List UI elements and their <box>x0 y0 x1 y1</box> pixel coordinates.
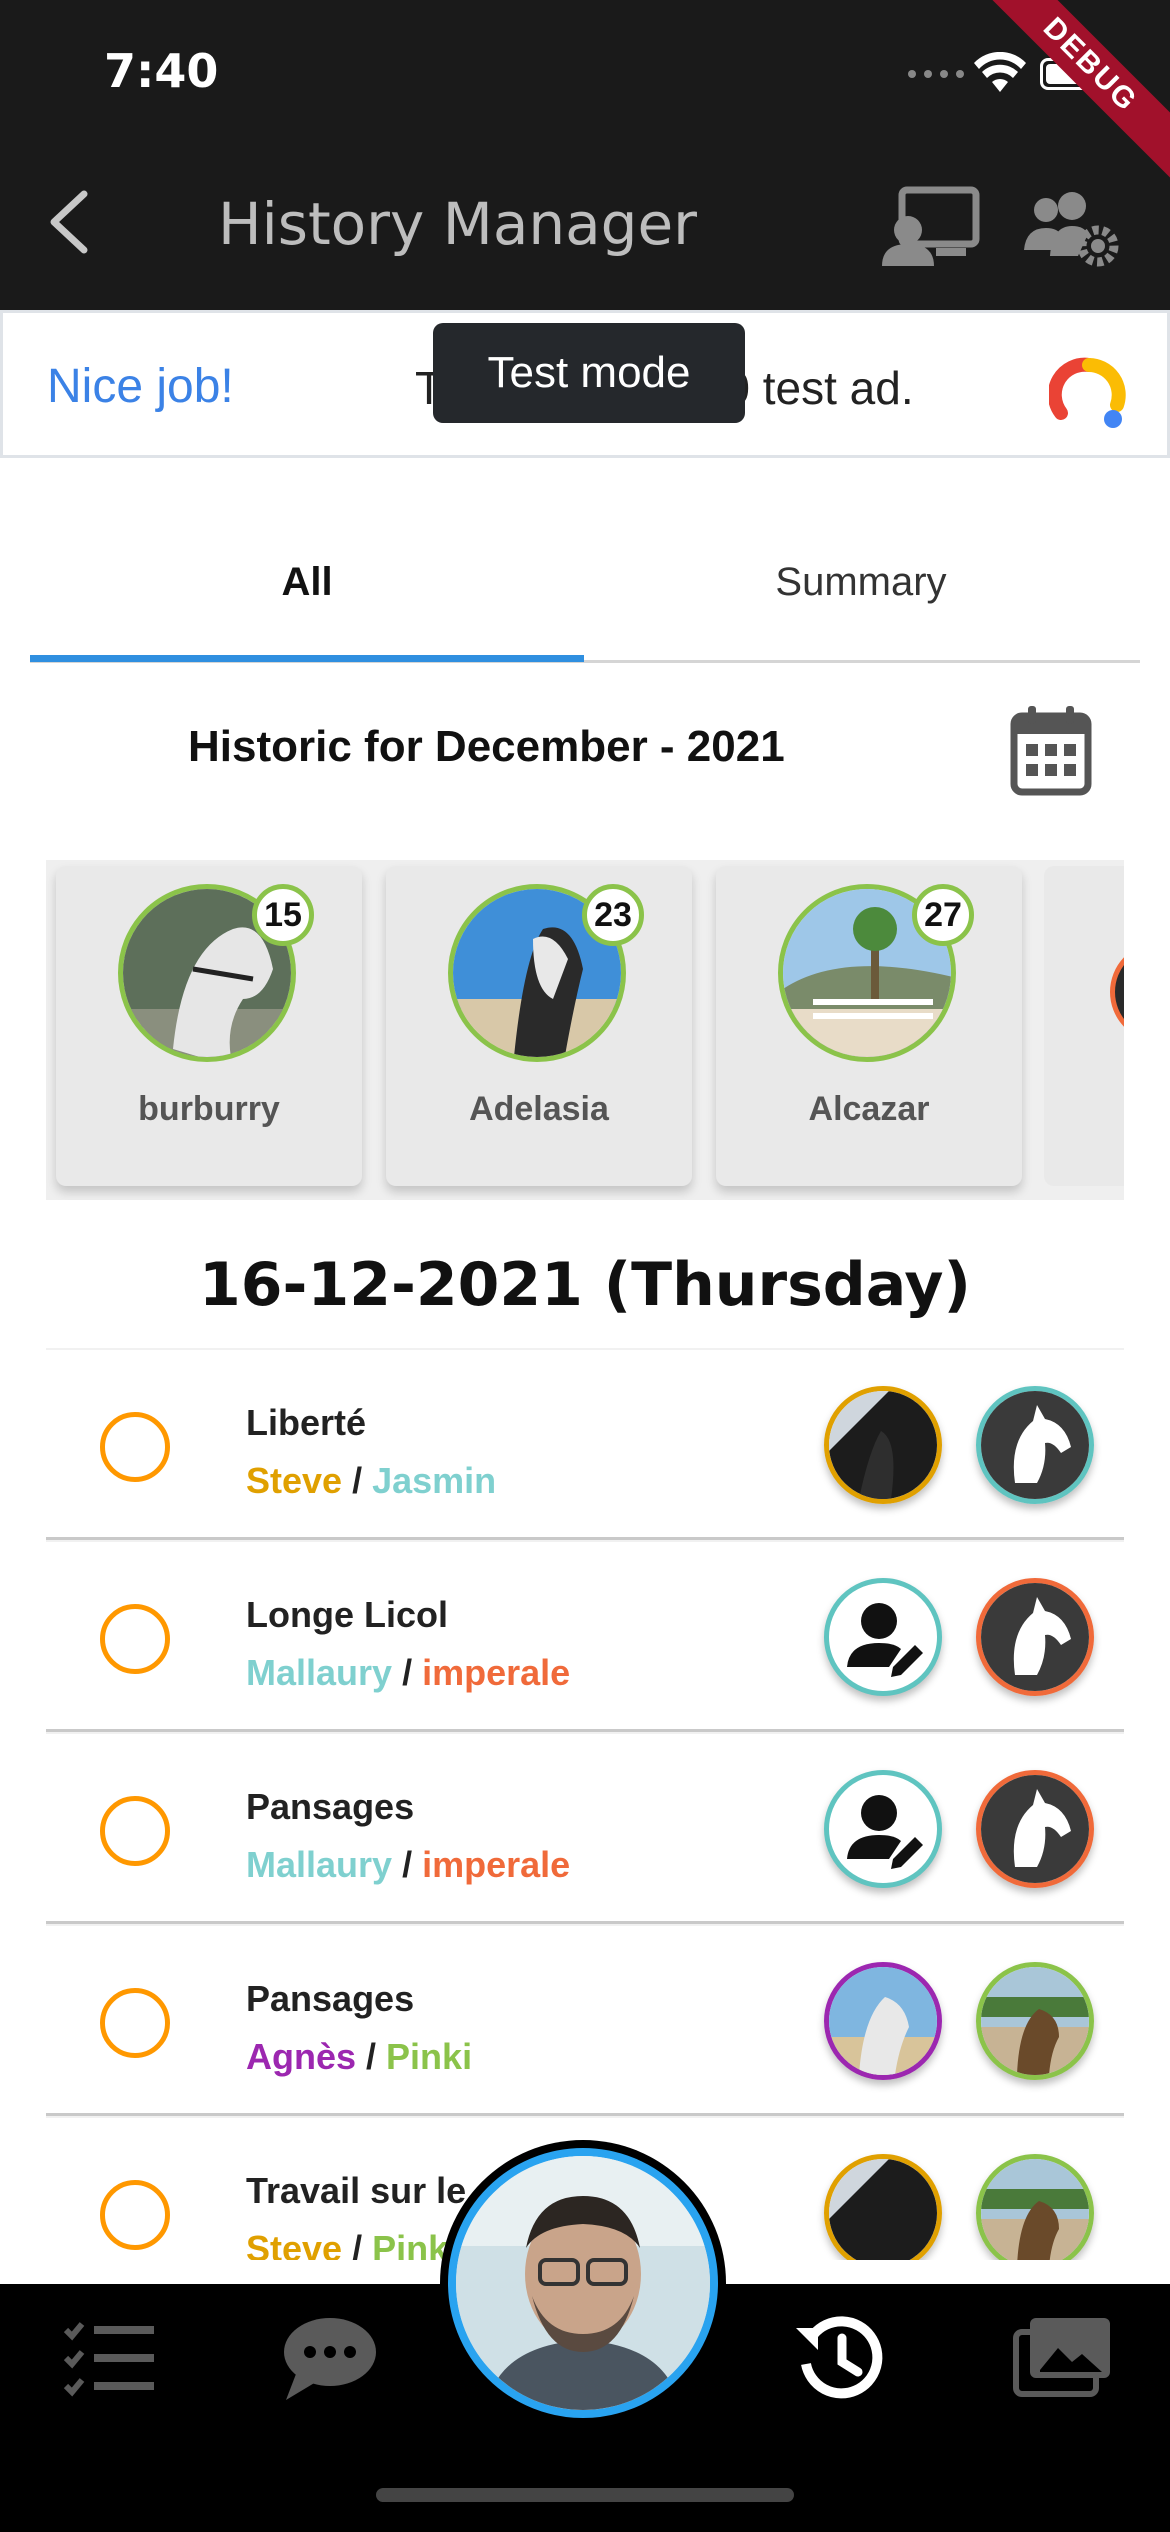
list-item[interactable]: Longe Licol Mallaury / imperale <box>46 1540 1124 1732</box>
count-badge: 23 <box>582 884 644 946</box>
horse-name: Alcazar <box>808 1090 930 1128</box>
event-title: Longe Licol <box>246 1594 448 1635</box>
separator: / <box>366 2036 387 2077</box>
horse-name: Adelasia <box>469 1090 609 1128</box>
list-item[interactable]: Pansages Agnès / Pinki <box>46 1924 1124 2116</box>
tab-summary[interactable]: Summary <box>584 560 1138 605</box>
person-avatar[interactable] <box>824 1962 942 2080</box>
complete-checkbox[interactable] <box>100 1988 170 2058</box>
complete-checkbox[interactable] <box>100 1604 170 1674</box>
event-participants: Agnès / Pinki <box>246 2036 472 2078</box>
person-avatar[interactable] <box>824 2154 942 2260</box>
page-title: History Manager <box>218 190 698 258</box>
tab-indicator <box>30 655 584 662</box>
horse-name: imperale <box>422 1844 571 1885</box>
horse-avatar[interactable] <box>976 1962 1094 2080</box>
event-title: Liberté <box>246 1402 367 1443</box>
back-button[interactable] <box>40 186 100 258</box>
group-settings-icon[interactable] <box>1024 190 1122 268</box>
ad-banner[interactable]: Nice job! This is a 320x50 test ad. Test… <box>0 310 1170 458</box>
separator: / <box>392 1844 423 1885</box>
event-participants: Mallaury / imperale <box>246 1844 570 1886</box>
event-title: Pansages <box>246 1786 415 1827</box>
historic-label: Historic for December - 2021 <box>188 722 785 771</box>
horse-card[interactable] <box>1044 866 1124 1186</box>
event-list[interactable]: Liberté Steve / Jasmin Longe Licol Malla… <box>46 1348 1124 2260</box>
horse-card[interactable]: 15 burburry <box>56 866 362 1186</box>
list-item[interactable]: Liberté Steve / Jasmin <box>46 1348 1124 1540</box>
ads-logo-icon <box>1049 357 1126 428</box>
event-participants: Steve / Jasmin <box>246 1460 496 1502</box>
person-name: Agnès <box>246 2036 367 2077</box>
complete-checkbox[interactable] <box>100 1796 170 1866</box>
history-icon[interactable] <box>792 2314 888 2404</box>
checklist-icon[interactable] <box>62 2320 156 2400</box>
person-name: Mallaury <box>246 1652 393 1693</box>
horse-avatar <box>1110 942 1124 1042</box>
person-name: Steve <box>246 2228 343 2260</box>
separator: / <box>392 1652 423 1693</box>
horse-avatar-placeholder[interactable] <box>976 1386 1094 1504</box>
horse-name: Pinki <box>386 2036 473 2077</box>
ad-headline: Nice job! <box>47 360 234 413</box>
chat-icon[interactable] <box>282 2314 378 2404</box>
person-avatar[interactable] <box>824 1386 942 1504</box>
separator: / <box>342 1460 373 1501</box>
home-indicator <box>376 2488 794 2502</box>
list-item[interactable]: Pansages Mallaury / imperale <box>46 1732 1124 1924</box>
calendar-icon[interactable] <box>1010 704 1092 796</box>
complete-checkbox[interactable] <box>100 2180 170 2250</box>
person-edit-icon[interactable] <box>824 1578 942 1696</box>
tab-all[interactable]: All <box>30 560 584 605</box>
event-title: Pansages <box>246 1978 415 2019</box>
horse-name: burburry <box>138 1090 280 1128</box>
horse-avatar-placeholder[interactable] <box>976 1578 1094 1696</box>
count-badge: 27 <box>912 884 974 946</box>
person-name: Steve <box>246 1460 343 1501</box>
monitor-user-icon[interactable] <box>880 186 980 266</box>
horse-avatar-placeholder[interactable] <box>976 1770 1094 1888</box>
separator: / <box>342 2228 373 2260</box>
horse-card[interactable]: 27 Alcazar <box>716 866 1022 1186</box>
count-badge: 15 <box>252 884 314 946</box>
event-title: Travail sur le <box>246 2170 467 2211</box>
complete-checkbox[interactable] <box>100 1412 170 1482</box>
horse-avatar[interactable] <box>976 2154 1094 2260</box>
profile-avatar-button[interactable] <box>448 2148 718 2418</box>
event-participants: Steve / Pinki <box>246 2228 458 2260</box>
horse-name: imperale <box>422 1652 571 1693</box>
test-mode-tooltip: Test mode <box>433 323 745 423</box>
horse-card[interactable]: 23 Adelasia <box>386 866 692 1186</box>
date-heading: 16-12-2021 (Thursday) <box>199 1250 971 1320</box>
event-participants: Mallaury / imperale <box>246 1652 570 1694</box>
cellular-signal-icon <box>908 70 964 78</box>
app-bar: 7:40 DEBUG History Manager <box>0 0 1170 310</box>
horse-name: Jasmin <box>372 1460 497 1501</box>
person-name: Mallaury <box>246 1844 393 1885</box>
wifi-icon <box>974 52 1026 92</box>
gallery-icon[interactable] <box>1012 2314 1114 2398</box>
person-edit-icon[interactable] <box>824 1770 942 1888</box>
status-time: 7:40 <box>104 44 219 98</box>
horse-carousel[interactable]: 15 burburry 23 Adelasia 27 Alcazar <box>46 860 1124 1200</box>
